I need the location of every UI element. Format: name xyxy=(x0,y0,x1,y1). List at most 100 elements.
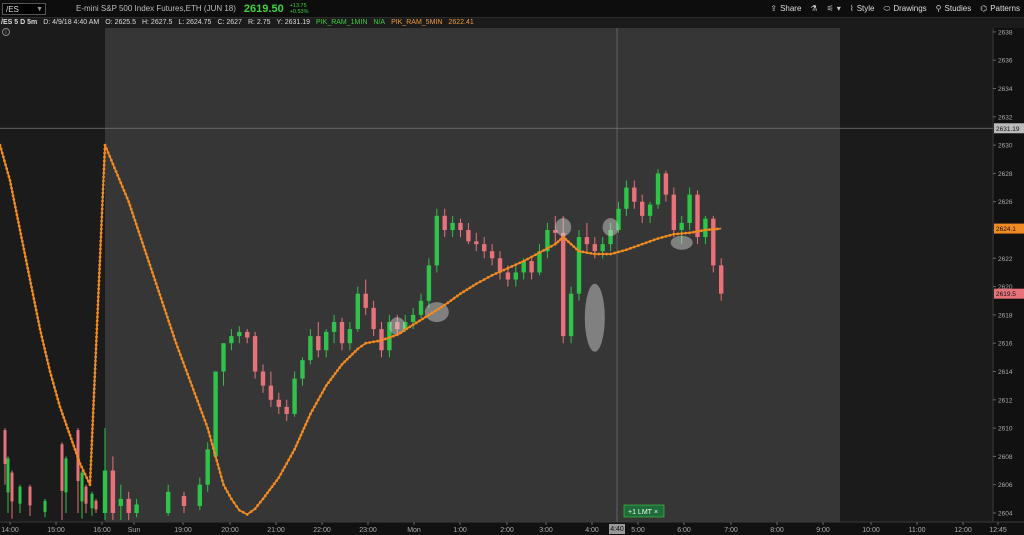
price-tick-label: 2606 xyxy=(998,482,1013,489)
candle-body xyxy=(679,222,684,230)
moving-average-dot xyxy=(88,483,92,487)
candle-body xyxy=(166,491,171,513)
moving-average-dot xyxy=(101,195,105,199)
candle-body xyxy=(592,244,597,252)
flask-button[interactable]: ⚗ xyxy=(810,4,817,13)
candle-body xyxy=(363,293,368,308)
moving-average-dot xyxy=(534,253,537,257)
style-button[interactable]: ⌇ Style xyxy=(850,4,875,13)
moving-average-dot xyxy=(92,391,96,395)
moving-average-dot xyxy=(203,418,207,422)
moving-average-dot xyxy=(91,411,95,415)
moving-average-dot xyxy=(384,337,387,341)
moving-average-dot xyxy=(209,438,213,442)
symbol-selector[interactable]: /ES ▼ xyxy=(2,2,46,15)
candle-body xyxy=(410,314,416,322)
candle-body xyxy=(671,194,676,230)
moving-average-dot xyxy=(336,369,339,372)
moving-average-dot xyxy=(194,395,198,399)
candle-body xyxy=(403,321,408,330)
moving-average-dot xyxy=(215,459,219,462)
order-label-bg xyxy=(623,504,665,518)
moving-average-dot xyxy=(120,185,124,189)
candle-body xyxy=(489,251,495,259)
moving-average-dot xyxy=(184,368,188,372)
drawings-button[interactable]: ⬭ Drawings xyxy=(883,4,926,14)
moving-average-dot xyxy=(93,371,97,375)
moving-average-dot xyxy=(299,433,303,437)
candle-body xyxy=(513,272,518,280)
time-tick-label: 14:00 xyxy=(1,527,19,534)
moving-average-dot xyxy=(97,283,101,287)
price-tick-label: 2638 xyxy=(998,29,1013,36)
price-chart[interactable]: 2638 2636 2634 2632 2630 2628 2626 2624 2622 2620… xyxy=(0,0,1024,535)
moving-average-dot xyxy=(180,357,184,361)
moving-average-dot xyxy=(102,179,105,183)
moving-average-dot xyxy=(73,447,77,451)
moving-average-dot xyxy=(226,490,229,494)
moving-average-dot xyxy=(376,339,379,343)
candle-body xyxy=(719,265,724,294)
candle-body xyxy=(497,258,503,273)
moving-average-dot xyxy=(190,384,194,388)
moving-average-dot xyxy=(449,299,453,302)
moving-average-dot xyxy=(581,250,585,254)
moving-average-dot xyxy=(59,409,63,412)
price-tick-label: 2610 xyxy=(998,426,1013,433)
moving-average-dot xyxy=(100,207,104,211)
moving-average-dot xyxy=(424,315,428,319)
moving-average-dot xyxy=(219,475,223,479)
moving-average-dot xyxy=(318,394,322,398)
moving-average-dot xyxy=(11,194,15,198)
moving-average-dot xyxy=(177,349,181,353)
candle-body xyxy=(260,371,266,386)
moving-average-dot xyxy=(94,359,97,363)
moving-average-dot xyxy=(564,238,568,241)
candle-body xyxy=(505,272,511,280)
share-button[interactable]: ⇪ Share xyxy=(770,4,801,13)
study1-name[interactable]: PIK_RAM_1MIN xyxy=(316,17,367,28)
moving-average-dot xyxy=(302,426,306,430)
candle-body xyxy=(213,371,218,457)
patterns-button[interactable]: ⌬ Patterns xyxy=(980,4,1020,13)
moving-average-dot xyxy=(99,239,103,243)
price-tick-label: 2632 xyxy=(998,114,1013,121)
moving-average-dot xyxy=(141,241,144,245)
moving-average-dot xyxy=(92,403,95,407)
moving-average-dot xyxy=(486,276,490,279)
moving-average-dot xyxy=(471,284,475,288)
moving-average-dot xyxy=(18,228,22,232)
chevron-down-icon: ▼ xyxy=(36,5,43,13)
moving-average-dot xyxy=(15,213,19,217)
moving-average-dot xyxy=(220,479,224,483)
moving-average-dot xyxy=(289,455,293,458)
moving-average-dot xyxy=(1,155,5,159)
moving-average-dot xyxy=(56,397,60,401)
candle-body xyxy=(237,331,242,337)
moving-average-dot xyxy=(27,274,31,278)
moving-average-dot xyxy=(214,455,218,458)
moving-average-dot xyxy=(179,353,182,357)
moving-average-dot xyxy=(640,242,644,246)
moving-average-dot xyxy=(514,263,518,267)
moving-average-dot xyxy=(62,416,66,419)
settings-button[interactable]: ⚟ ▾ xyxy=(827,4,841,13)
moving-average-dot xyxy=(38,327,42,331)
moving-average-dot xyxy=(78,462,82,465)
moving-average-dot xyxy=(95,323,99,327)
studies-button[interactable]: ⚲ Studies xyxy=(936,4,972,13)
moving-average-dot xyxy=(159,297,163,300)
moving-average-dot xyxy=(561,235,565,239)
moving-average-dot xyxy=(12,198,16,201)
moving-average-dot xyxy=(0,151,4,155)
candle-body xyxy=(6,458,10,493)
moving-average-dot xyxy=(53,385,56,389)
info-icon[interactable]: i xyxy=(2,28,10,36)
study2-name[interactable]: PIK_RAM_5MIN xyxy=(391,17,442,28)
moving-average-dot xyxy=(6,171,10,175)
moving-average-dot xyxy=(7,175,11,178)
moving-average-dot xyxy=(45,358,49,362)
moving-average-dot xyxy=(167,319,171,323)
moving-average-dot xyxy=(490,273,494,277)
moving-average-dot xyxy=(553,242,557,246)
